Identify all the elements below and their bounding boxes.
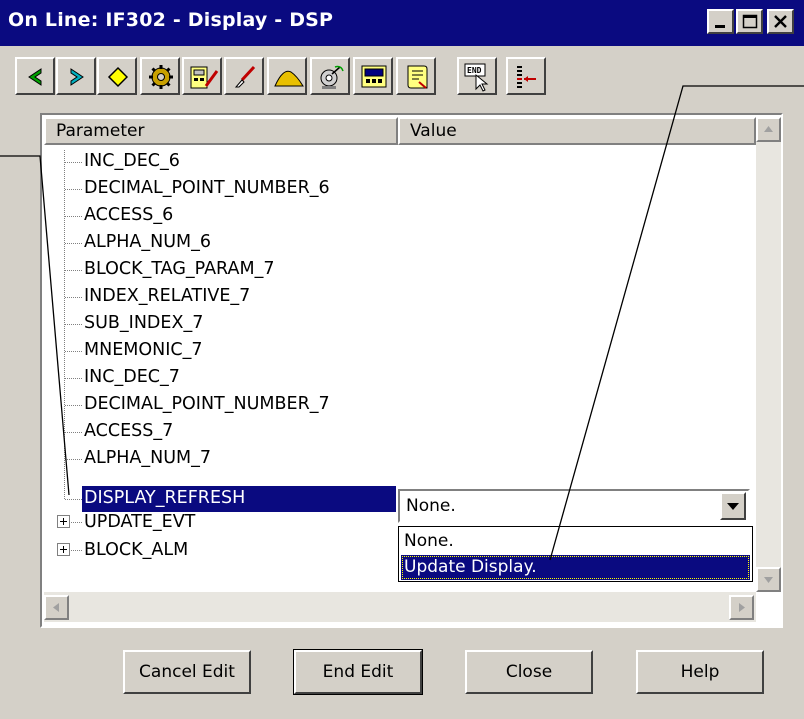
cancel-edit-button[interactable]: Cancel Edit — [123, 650, 251, 694]
close-dialog-button[interactable]: Close — [465, 650, 593, 694]
callout-lines — [0, 85, 804, 561]
help-button[interactable]: Help — [636, 650, 764, 694]
end-edit-button[interactable]: End Edit — [293, 649, 423, 695]
dialog-window: On Line: IF302 - Display - DSP END Param… — [0, 0, 804, 719]
